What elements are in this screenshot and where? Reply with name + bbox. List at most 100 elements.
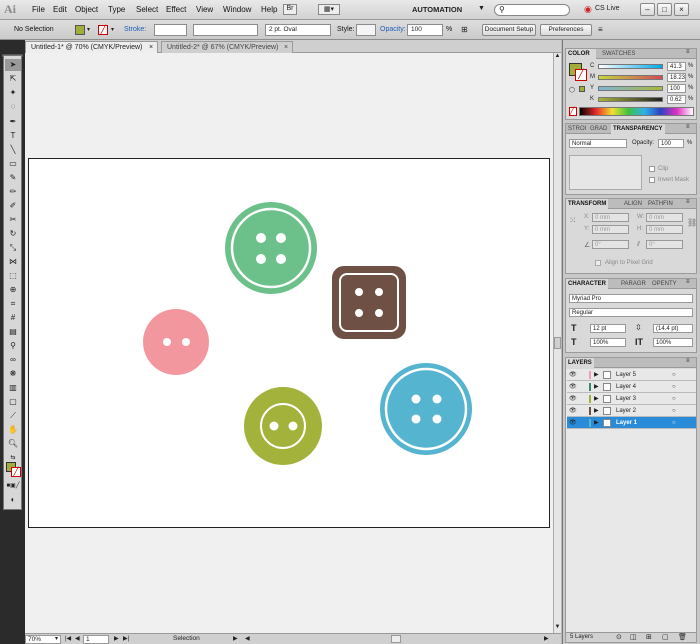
yellow-slider[interactable] [598,86,663,91]
magenta-slider[interactable] [598,75,663,80]
locate-object-icon[interactable]: ⊙ [616,633,622,641]
out-of-gamut-icon[interactable]: ⬡ [569,86,575,94]
brown-button-body[interactable] [332,266,406,339]
layer-row-selected[interactable]: 👁︎ ▶ Layer 1 ○ [567,417,696,429]
expand-arrow-icon[interactable]: ▶ [594,369,599,381]
target-circle-icon[interactable]: ○ [672,417,676,429]
cyan-field[interactable]: 41.3 [667,62,686,71]
tab-transform[interactable]: TRANSFORM [566,199,609,209]
tab-transparency[interactable]: TRANSPARENCY [611,124,665,134]
tab-layers[interactable]: LAYERS [566,358,594,368]
previous-artboard-icon[interactable]: ◀ [75,635,80,642]
x-field[interactable]: 0 mm [592,213,629,222]
clipping-mask-icon[interactable]: ◫ [630,633,637,641]
visibility-eye-icon[interactable]: 👁︎ [569,369,577,381]
transform-panel-menu-icon[interactable]: ≡ [686,199,690,205]
artboard-number-field[interactable]: 1 [83,635,109,644]
layers-panel-menu-icon[interactable]: ≡ [686,358,690,364]
transparency-opacity-field[interactable]: 100 [658,139,684,148]
vertical-scale-field[interactable]: 100% [590,338,626,347]
target-circle-icon[interactable]: ○ [672,381,676,393]
visibility-eye-icon[interactable]: 👁︎ [569,381,577,393]
blend-mode-select[interactable]: Normal [569,139,627,148]
zoom-dropdown-icon[interactable]: ▾ [55,635,58,642]
pink-button[interactable] [143,309,209,375]
font-style-select[interactable]: Regular [569,308,693,317]
tab-color[interactable]: COLOR [566,49,596,59]
yellow-field[interactable]: 100 [667,84,686,93]
expand-arrow-icon[interactable]: ▶ [594,393,599,405]
color-spectrum[interactable] [579,107,694,116]
green-button[interactable] [225,202,317,294]
font-size-field[interactable]: 12 pt [590,324,626,333]
invert-mask-checkbox[interactable] [649,177,655,183]
expand-arrow-icon[interactable]: ▶ [594,381,599,393]
tab-swatches[interactable]: SWATCHES [600,49,637,59]
layer-name[interactable]: Layer 5 [616,369,636,381]
target-circle-icon[interactable]: ○ [672,405,676,417]
delete-layer-icon[interactable]: 🗑︎ [678,633,687,641]
font-family-select[interactable]: Myriad Pro [569,294,693,303]
layer-name[interactable]: Layer 4 [616,381,636,393]
horizontal-scroll-thumb[interactable] [391,635,401,643]
olive-button[interactable] [244,387,322,465]
olive-button-body[interactable] [244,387,322,465]
scroll-left-icon[interactable]: ◀ [245,635,250,642]
tab-pathfinder[interactable]: PATHFIN [646,199,675,209]
magenta-field[interactable]: 18.23 [667,73,686,82]
black-field[interactable]: 0.62 [667,95,686,104]
tab-gradient[interactable]: GRAD [588,124,609,134]
layer-name[interactable]: Layer 1 [616,417,637,429]
next-artboard-icon[interactable]: ▶ [114,635,119,642]
layer-name[interactable]: Layer 2 [616,405,636,417]
status-menu-icon[interactable]: ▶ [233,635,238,642]
visibility-eye-icon[interactable]: 👁︎ [569,393,577,405]
green-button-body[interactable] [225,202,317,294]
layer-row[interactable]: 👁︎ ▶ Layer 2 ○ [567,405,696,417]
leading-field[interactable]: (14.4 pt) [653,324,693,333]
constrain-proportions-icon[interactable]: ⛓ [687,218,697,227]
rotate-field[interactable]: 0° [592,240,629,249]
align-pixel-grid-checkbox[interactable] [595,260,601,266]
clip-checkbox[interactable] [649,166,655,172]
character-panel-menu-icon[interactable]: ≡ [686,279,690,285]
y-field[interactable]: 0 mm [592,225,629,234]
expand-arrow-icon[interactable]: ▶ [594,405,599,417]
none-color-swatch[interactable]: ╱ [569,107,577,116]
layer-row[interactable]: 👁︎ ▶ Layer 4 ○ [567,381,696,393]
w-field[interactable]: 0 mm [646,213,683,222]
tab-character[interactable]: CHARACTER [566,279,608,289]
target-circle-icon[interactable]: ○ [672,393,676,405]
expand-arrow-icon[interactable]: ▶ [594,417,599,429]
tab-stroke[interactable]: STROI [566,124,588,134]
scroll-right-icon[interactable]: ▶ [544,635,549,642]
transparency-panel-menu-icon[interactable]: ≡ [686,124,690,130]
layer-name[interactable]: Layer 3 [616,393,636,405]
horizontal-scale-field[interactable]: 100% [653,338,693,347]
target-circle-icon[interactable]: ○ [672,369,676,381]
color-panel-menu-icon[interactable]: ≡ [686,49,690,55]
visibility-eye-icon[interactable]: 👁︎ [569,405,577,417]
blue-button-body[interactable] [380,363,472,455]
layer-row[interactable]: 👁︎ ▶ Layer 5 ○ [567,369,696,381]
black-slider[interactable] [598,97,663,102]
color-stroke-swatch[interactable]: ╱ [575,69,587,81]
tab-opentype[interactable]: OPENTY [650,279,679,289]
reference-point-icon[interactable]: ⁙ [569,215,577,226]
new-sublayer-icon[interactable]: ⊞ [646,633,652,641]
cyan-slider[interactable] [598,64,663,69]
shear-field[interactable]: 0° [646,240,683,249]
new-layer-icon[interactable]: ▢ [662,633,669,641]
h-field[interactable]: 0 mm [646,225,683,234]
gamut-swatch[interactable] [579,86,585,92]
blue-button[interactable] [380,363,472,455]
tab-paragraph[interactable]: PARAGR [619,279,648,289]
last-artboard-icon[interactable]: ▶| [123,635,129,642]
visibility-eye-icon[interactable]: 👁︎ [569,417,577,429]
brown-button[interactable] [332,266,406,339]
first-artboard-icon[interactable]: |◀ [65,635,71,642]
opacity-mask-thumbnail[interactable] [569,155,642,190]
pink-button-body[interactable] [143,309,209,375]
tab-align[interactable]: ALIGN [622,199,644,209]
layer-row[interactable]: 👁︎ ▶ Layer 3 ○ [567,393,696,405]
